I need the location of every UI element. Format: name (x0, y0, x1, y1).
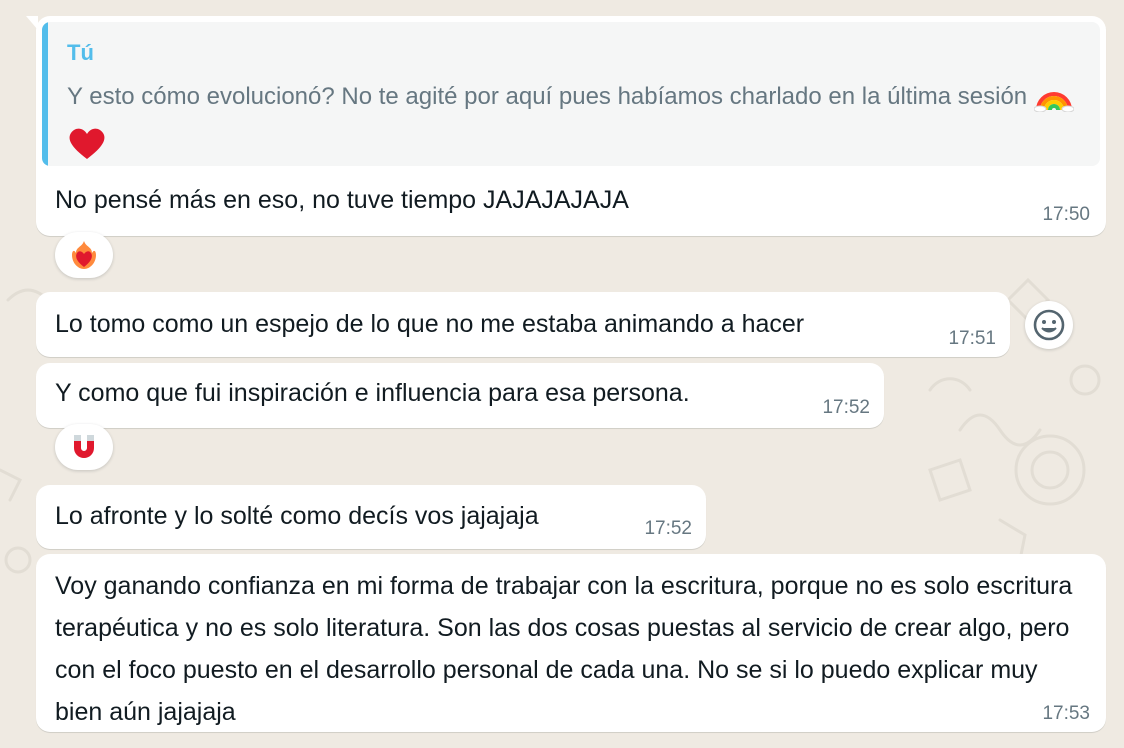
quoted-text-block: Y esto cómo evolucionó? No te agité por … (67, 77, 1087, 166)
message-text: Y como que fui inspiración e influencia … (55, 379, 690, 407)
message-bubble[interactable]: Y como que fui inspiración e influencia … (36, 363, 884, 428)
message-reaction[interactable] (55, 232, 113, 278)
message-text: No pensé más en eso, no tuve tiempo JAJA… (55, 186, 629, 214)
message-time: 17:52 (822, 397, 870, 418)
message-time: 17:53 (1042, 703, 1090, 724)
message-bubble[interactable]: Lo tomo como un espejo de lo que no me e… (36, 292, 1010, 357)
emoji-react-icon (1033, 309, 1065, 341)
emoji-react-button[interactable] (1025, 301, 1073, 349)
message-time: 17:52 (644, 518, 692, 539)
message-time: 17:50 (1042, 204, 1090, 225)
quoted-message[interactable]: Tú Y esto cómo evolucionó? No te agité p… (42, 22, 1100, 166)
message-bubble[interactable]: Lo afronte y lo solté como decís vos jaj… (36, 485, 706, 549)
quoted-text: Y esto cómo evolucionó? No te agité por … (67, 83, 1028, 110)
message-bubble[interactable]: Voy ganando confianza en mi forma de tra… (36, 554, 1106, 732)
quote-accent-bar (42, 22, 48, 166)
magnet-icon (74, 435, 94, 458)
message-bubble[interactable]: Tú Y esto cómo evolucionó? No te agité p… (26, 16, 1106, 236)
rainbow-icon (1033, 80, 1075, 125)
message-text: Lo tomo como un espejo de lo que no me e… (55, 310, 805, 338)
quoted-author: Tú (67, 40, 94, 65)
heart-on-fire-icon (72, 241, 96, 269)
message-time: 17:51 (948, 328, 996, 349)
bubble-tail (26, 16, 38, 30)
message-reaction[interactable] (55, 424, 113, 470)
red-heart-icon (67, 125, 107, 166)
message-text: Voy ganando confianza en mi forma de tra… (55, 572, 1073, 726)
message-text: Lo afronte y lo solté como decís vos jaj… (55, 502, 539, 530)
